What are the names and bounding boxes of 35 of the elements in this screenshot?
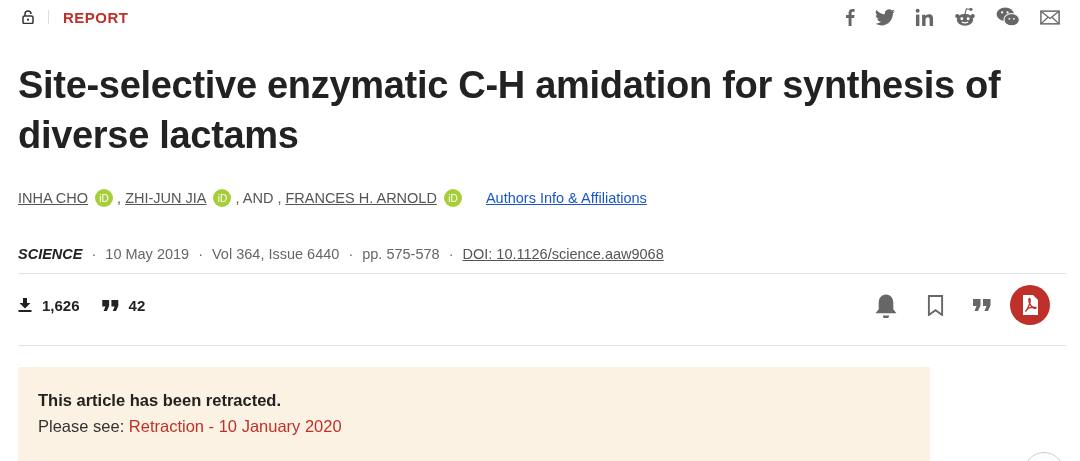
author-separator: , AND , bbox=[235, 190, 282, 206]
meta-text: Vol 364, Issue 6440 bbox=[212, 246, 340, 262]
linkedin-icon[interactable] bbox=[915, 7, 934, 27]
email-icon[interactable] bbox=[1040, 9, 1060, 25]
download-icon bbox=[18, 298, 32, 312]
article-title: Site-selective enzymatic C-H amidation for synthesis of diverse lactams bbox=[18, 63, 1002, 158]
facebook-icon[interactable] bbox=[845, 8, 855, 26]
meta-text: 10 May 2019 bbox=[105, 246, 190, 262]
journal-name: SCIENCE bbox=[18, 246, 83, 262]
reddit-icon[interactable] bbox=[954, 7, 976, 27]
retraction-heading: This article has been retracted. bbox=[38, 391, 282, 410]
separator-dot: · bbox=[91, 246, 97, 262]
author-separator: , bbox=[117, 190, 122, 206]
article-type: REPORT bbox=[63, 8, 129, 26]
author-link[interactable]: FRANCES H. ARNOLD bbox=[285, 190, 437, 206]
quote-icon bbox=[101, 299, 119, 311]
retraction-link[interactable]: Retraction - 10 January 2020 bbox=[128, 417, 342, 435]
bell-icon[interactable] bbox=[874, 292, 898, 318]
separator-dot: · bbox=[198, 246, 203, 262]
pdf-icon[interactable] bbox=[1010, 285, 1050, 325]
wechat-icon[interactable] bbox=[996, 7, 1020, 27]
twitter-icon[interactable] bbox=[875, 8, 895, 26]
separator-dot: · bbox=[448, 246, 454, 262]
citation-count: 42 bbox=[128, 296, 146, 314]
author-link[interactable]: INHA CHO bbox=[18, 190, 89, 206]
download-count: 1,626 bbox=[42, 296, 80, 314]
author-link[interactable]: ZHI-JUN JIA bbox=[125, 190, 207, 206]
doi-link[interactable]: DOI: 10.1126/science.aaw9068 bbox=[462, 246, 664, 262]
quote-icon[interactable] bbox=[973, 299, 991, 311]
meta-text: pp. 575-578 bbox=[362, 246, 440, 262]
affiliations-link[interactable]: Authors Info & Affiliations bbox=[485, 190, 647, 206]
unlocked-padlock-icon bbox=[22, 10, 34, 24]
separator-dot: · bbox=[348, 246, 354, 262]
bookmark-icon[interactable] bbox=[927, 294, 944, 316]
retraction-label: Please see: bbox=[38, 417, 125, 435]
